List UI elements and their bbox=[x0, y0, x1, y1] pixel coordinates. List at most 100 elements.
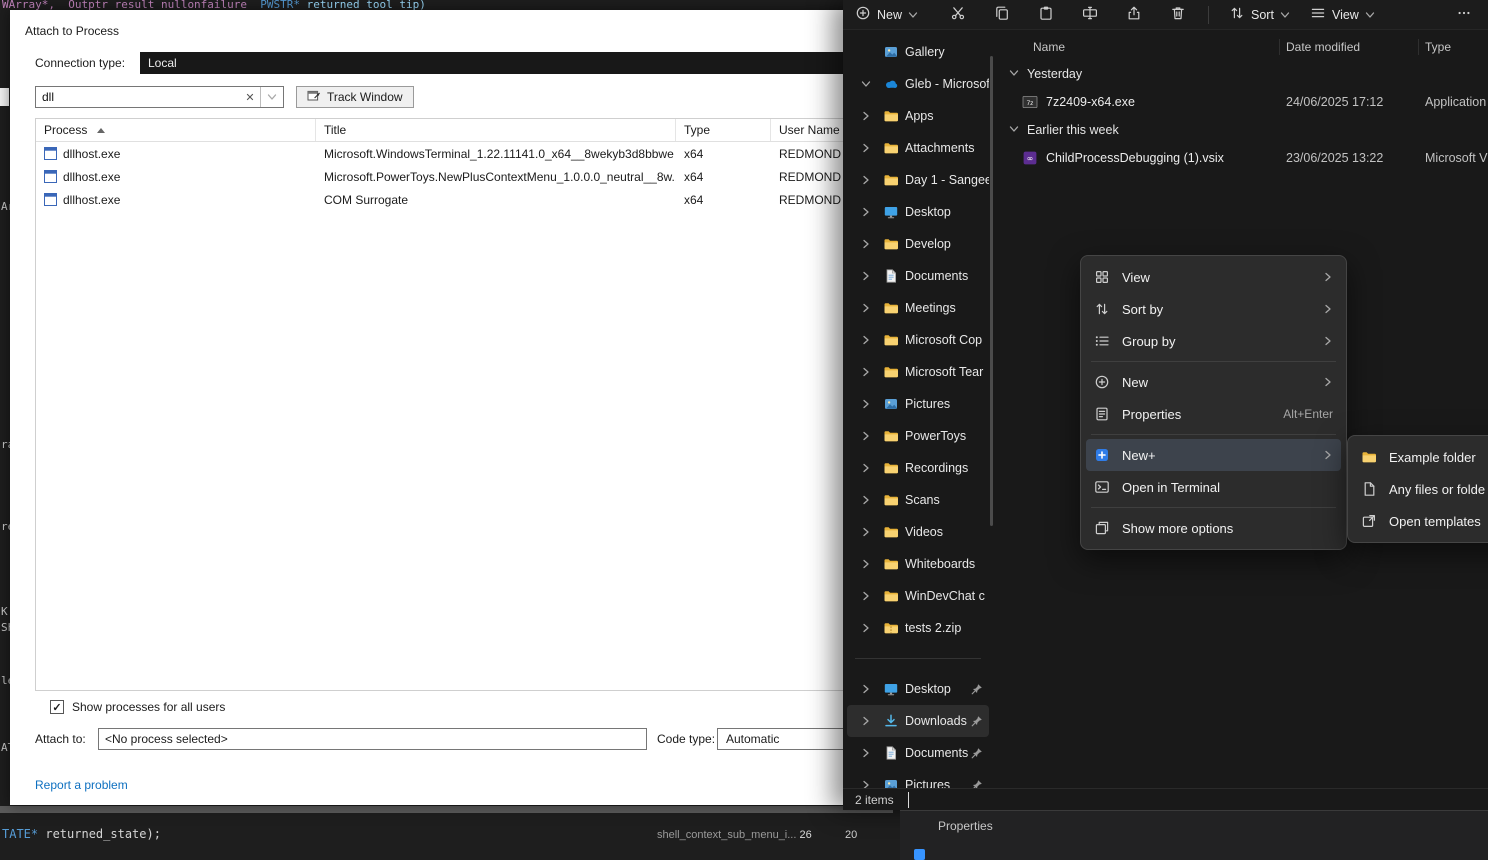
delete-button[interactable] bbox=[1158, 5, 1198, 24]
sidebar-item-recordings[interactable]: Recordings bbox=[847, 452, 989, 484]
track-window-button[interactable]: Track Window bbox=[296, 86, 414, 108]
chevron-right-icon[interactable] bbox=[861, 559, 875, 569]
chevron-right-icon[interactable] bbox=[861, 303, 875, 313]
chevron-right-icon[interactable] bbox=[861, 748, 875, 758]
process-table-header[interactable]: Process Title Type User Name bbox=[36, 119, 974, 142]
view-button[interactable]: View bbox=[1300, 5, 1385, 24]
column-header-name[interactable]: Name bbox=[1000, 40, 1286, 54]
chevron-right-icon[interactable] bbox=[861, 111, 875, 121]
menu-item-example-folder[interactable]: Example folder bbox=[1353, 441, 1488, 473]
sidebar-item-label: Gleb - Microsoft bbox=[905, 77, 989, 91]
sidebar-item-develop[interactable]: Develop bbox=[847, 228, 989, 260]
menu-item-view[interactable]: View bbox=[1086, 261, 1341, 293]
chevron-right-icon[interactable] bbox=[861, 239, 875, 249]
sort-button[interactable]: Sort bbox=[1219, 5, 1300, 24]
folder-icon bbox=[883, 300, 899, 316]
copy-button[interactable] bbox=[982, 5, 1022, 24]
report-problem-link[interactable]: Report a problem bbox=[35, 778, 128, 792]
sidebar-item-documents[interactable]: Documents bbox=[847, 737, 989, 769]
sidebar-item-powertoys[interactable]: PowerToys bbox=[847, 420, 989, 452]
chevron-right-icon[interactable] bbox=[861, 175, 875, 185]
sidebar-item-desktop[interactable]: Desktop bbox=[847, 196, 989, 228]
cut-button[interactable] bbox=[938, 5, 978, 24]
chevron-down-icon[interactable] bbox=[1009, 67, 1019, 81]
sidebar-item-windevchat-c[interactable]: WinDevChat c bbox=[847, 580, 989, 612]
chevron-right-icon[interactable] bbox=[861, 463, 875, 473]
column-type[interactable]: Type bbox=[676, 119, 771, 141]
sidebar-item-gallery[interactable]: Gallery bbox=[847, 36, 989, 68]
chevron-right-icon[interactable] bbox=[861, 591, 875, 601]
show-all-users-checkbox[interactable]: ✓ bbox=[50, 700, 64, 714]
chevron-right-icon[interactable] bbox=[861, 367, 875, 377]
more-button[interactable] bbox=[1456, 5, 1472, 24]
chevron-right-icon[interactable] bbox=[861, 495, 875, 505]
chevron-right-icon[interactable] bbox=[861, 623, 875, 633]
sidebar-scrollbar[interactable] bbox=[990, 56, 993, 526]
rename-button[interactable] bbox=[1070, 5, 1110, 24]
chevron-right-icon[interactable] bbox=[861, 399, 875, 409]
menu-item-show-more-options[interactable]: Show more options bbox=[1086, 512, 1341, 544]
sidebar-item-label: Pictures bbox=[905, 397, 989, 411]
share-button[interactable] bbox=[1114, 5, 1154, 24]
sidebar-item-documents[interactable]: Documents bbox=[847, 260, 989, 292]
process-row[interactable]: dllhost.exe COM Surrogate x64 REDMOND bbox=[36, 188, 974, 211]
menu-item-new[interactable]: New bbox=[1086, 366, 1341, 398]
menu-item-group-by[interactable]: Group by bbox=[1086, 325, 1341, 357]
menu-item-properties[interactable]: Properties Alt+Enter bbox=[1086, 398, 1341, 430]
sidebar-item-microsoft-tear[interactable]: Microsoft Tear bbox=[847, 356, 989, 388]
new-button[interactable]: New bbox=[855, 5, 918, 24]
sidebar-item-downloads[interactable]: Downloads bbox=[847, 705, 989, 737]
group-header-earlier-this-week[interactable]: Earlier this week bbox=[1000, 116, 1488, 144]
chevron-right-icon[interactable] bbox=[861, 431, 875, 441]
sidebar-item-meetings[interactable]: Meetings bbox=[847, 292, 989, 324]
file-row-7z2409-x64-exe[interactable]: 7z 7z2409-x64.exe 24/06/2025 17:12 Appli… bbox=[1000, 88, 1488, 116]
chevron-right-icon[interactable] bbox=[861, 684, 875, 694]
chevron-right-icon[interactable] bbox=[861, 716, 875, 726]
group-header-yesterday[interactable]: Yesterday bbox=[1000, 60, 1488, 88]
chevron-down-icon[interactable] bbox=[261, 92, 283, 102]
column-process[interactable]: Process bbox=[36, 119, 316, 141]
chevron-right-icon[interactable] bbox=[861, 143, 875, 153]
file-row-childprocessdebugging-1-vsix[interactable]: ∞ ChildProcessDebugging (1).vsix 23/06/2… bbox=[1000, 144, 1488, 172]
process-filter-input[interactable]: dll ✕ bbox=[35, 86, 284, 108]
column-header-type[interactable]: Type bbox=[1425, 40, 1488, 54]
chevron-down-icon[interactable] bbox=[861, 79, 875, 89]
sidebar-item-attachments[interactable]: Attachments bbox=[847, 132, 989, 164]
pictures-icon bbox=[883, 396, 899, 412]
sidebar-item-gleb-microsoft[interactable]: Gleb - Microsoft bbox=[847, 68, 989, 100]
chevron-right-icon[interactable] bbox=[861, 335, 875, 345]
attach-to-input[interactable]: <No process selected> bbox=[98, 728, 647, 750]
sidebar-item-videos[interactable]: Videos bbox=[847, 516, 989, 548]
app-window-icon bbox=[44, 193, 57, 206]
chevron-down-icon[interactable] bbox=[1009, 123, 1019, 137]
sidebar-item-microsoft-cop[interactable]: Microsoft Cop bbox=[847, 324, 989, 356]
column-header-date-modified[interactable]: Date modified bbox=[1286, 40, 1425, 54]
sidebar-item-desktop[interactable]: Desktop bbox=[847, 673, 989, 705]
exe-icon: 7z bbox=[1022, 94, 1038, 110]
clear-filter-icon[interactable]: ✕ bbox=[240, 91, 260, 104]
process-row[interactable]: dllhost.exe Microsoft.WindowsTerminal_1.… bbox=[36, 142, 974, 165]
codelens-reference[interactable]: shell_context_sub_menu_i... 26 bbox=[657, 829, 812, 841]
sidebar-item-apps[interactable]: Apps bbox=[847, 100, 989, 132]
sidebar-item-day-1-sangee[interactable]: Day 1 - Sangee bbox=[847, 164, 989, 196]
chevron-right-icon[interactable] bbox=[861, 780, 875, 788]
sidebar-item-scans[interactable]: Scans bbox=[847, 484, 989, 516]
sidebar-item-pictures[interactable]: Pictures bbox=[847, 769, 989, 788]
menu-item-any-files-or-folde[interactable]: Any files or folde bbox=[1353, 473, 1488, 505]
more-options-icon bbox=[1094, 520, 1110, 536]
chevron-right-icon[interactable] bbox=[861, 527, 875, 537]
editor-hscrollbar[interactable] bbox=[0, 806, 893, 813]
chevron-right-icon[interactable] bbox=[861, 271, 875, 281]
menu-item-open-templates[interactable]: Open templates bbox=[1353, 505, 1488, 537]
paste-button[interactable] bbox=[1026, 5, 1066, 24]
process-row[interactable]: dllhost.exe Microsoft.PowerToys.NewPlusC… bbox=[36, 165, 974, 188]
sidebar-item-pictures[interactable]: Pictures bbox=[847, 388, 989, 420]
menu-item-open-in-terminal[interactable]: Open in Terminal bbox=[1086, 471, 1341, 503]
column-title[interactable]: Title bbox=[316, 119, 676, 141]
sidebar-item-tests-2-zip[interactable]: tests 2.zip bbox=[847, 612, 989, 644]
sidebar-item-whiteboards[interactable]: Whiteboards bbox=[847, 548, 989, 580]
menu-item-sort-by[interactable]: Sort by bbox=[1086, 293, 1341, 325]
menu-item-new[interactable]: New+ bbox=[1086, 439, 1341, 471]
chevron-right-icon[interactable] bbox=[861, 207, 875, 217]
folder-icon bbox=[1361, 449, 1377, 465]
